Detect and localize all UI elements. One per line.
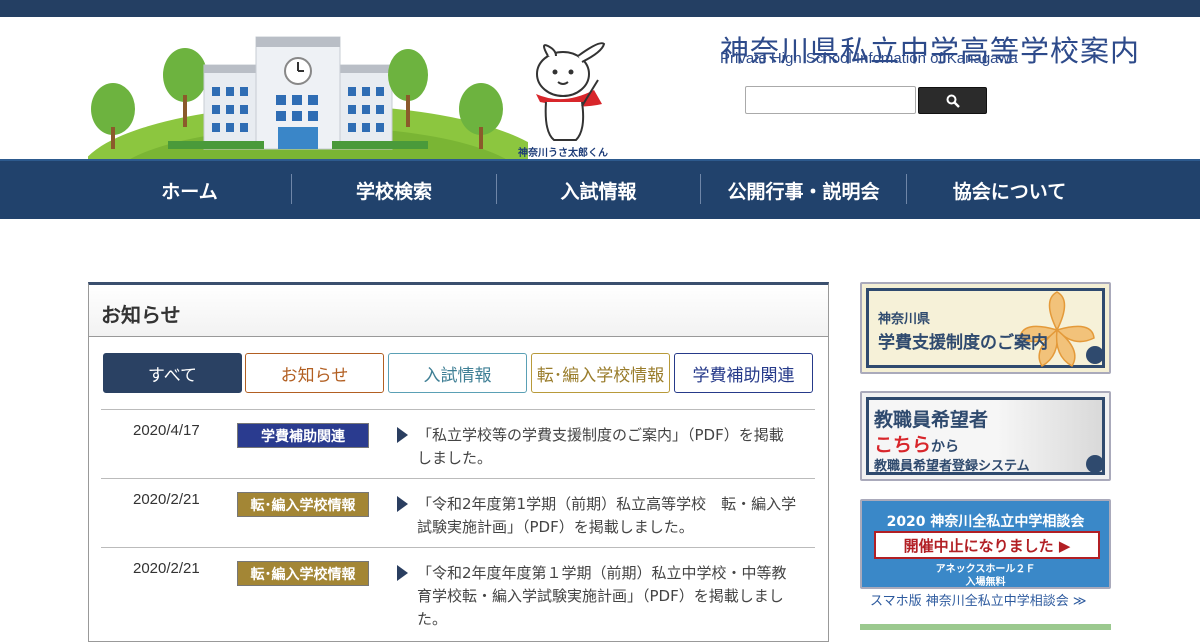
news-text[interactable]: 「私立学校等の学費支援制度のご案内」（PDF）を掲載しました。: [417, 424, 797, 470]
mascot-caption: 神奈川うさ太郎くん: [518, 148, 608, 159]
play-circle-icon: [1086, 455, 1104, 473]
banner2-line1: 教職員希望者: [874, 409, 989, 431]
banner3-line2: 開催中止になりました ▶: [874, 531, 1100, 559]
next-banner-edge: [860, 624, 1111, 630]
consultation-banner[interactable]: 2020 神奈川全私立中学相談会 開催中止になりました ▶ アネックスホール２Ｆ…: [860, 499, 1111, 589]
news-header: お知らせ: [89, 285, 828, 337]
banner2-emphasis: こちら: [874, 434, 932, 456]
banner2-suffix: から: [931, 439, 960, 455]
banner2-line3: 教職員希望者登録システム: [874, 459, 1030, 474]
tab-entrance-exam[interactable]: 入試情報: [388, 353, 527, 393]
category-badge: 転･編入学校情報: [237, 561, 369, 586]
category-badge: 学費補助関連: [237, 423, 369, 448]
tuition-support-banner[interactable]: 神奈川県 学費支援制度のご案内: [860, 282, 1111, 374]
school-illustration: [88, 17, 528, 159]
banner2-line2: こちらから: [874, 430, 959, 457]
banner3-line4: 入場無料: [965, 577, 1006, 588]
arrow-right-icon: [397, 496, 408, 512]
news-item[interactable]: 2020/2/21 転･編入学校情報 「令和2年度第1学期（前期）私立高等学校 …: [101, 478, 815, 548]
news-date: 2020/2/21: [133, 491, 200, 508]
nav-about-association[interactable]: 協会について: [907, 161, 1112, 219]
nav-home[interactable]: ホーム: [88, 161, 291, 219]
news-panel: お知らせ すべて お知らせ 入試情報 転･編入学校情報 学費補助関連 2020/…: [88, 282, 829, 642]
top-bar: [0, 0, 1200, 17]
banner1-line1: 神奈川県: [878, 312, 931, 327]
tab-notices[interactable]: お知らせ: [245, 353, 384, 393]
staff-recruit-banner[interactable]: 教職員希望者 こちらから 教職員希望者登録システム: [860, 391, 1111, 481]
news-text[interactable]: 「令和2年度第1学期（前期）私立高等学校 転・編入学試験実施計画」（PDF）を掲…: [417, 493, 797, 539]
search-button[interactable]: [918, 87, 987, 114]
banner1-line2: 学費支援制度のご案内: [878, 333, 1048, 353]
news-item[interactable]: 2020/4/17 学費補助関連 「私立学校等の学費支援制度のご案内」（PDF）…: [101, 409, 815, 479]
tab-transfer[interactable]: 転･編入学校情報: [531, 353, 670, 393]
site-subtitle: Private High School Infomation of Kanaga…: [720, 50, 1018, 67]
category-badge: 転･編入学校情報: [237, 492, 369, 517]
mascot-usataro: 神奈川うさ太郎くん: [518, 40, 628, 159]
news-date: 2020/2/21: [133, 560, 200, 577]
arrow-right-icon: [397, 427, 408, 443]
tab-all[interactable]: すべて: [103, 353, 242, 393]
nav-open-events[interactable]: 公開行事・説明会: [701, 161, 906, 219]
news-title: お知らせ: [101, 303, 181, 327]
banner3-line1: 2020 神奈川全私立中学相談会: [886, 514, 1085, 530]
global-nav: ホーム 学校検索 入試情報 公開行事・説明会 協会について: [0, 159, 1200, 219]
search-input[interactable]: [745, 86, 916, 114]
play-circle-icon: [1086, 346, 1104, 364]
nav-entrance-exam[interactable]: 入試情報: [497, 161, 700, 219]
arrow-right-icon: [397, 565, 408, 581]
smartphone-consultation-link[interactable]: スマホ版 神奈川全私立中学相談会 ≫: [870, 590, 1086, 609]
news-date: 2020/4/17: [133, 422, 200, 439]
search-icon: [946, 94, 960, 108]
tab-tuition-aid[interactable]: 学費補助関連: [674, 353, 813, 393]
news-item[interactable]: 2020/2/21 転･編入学校情報 「令和2年度年度第１学期（前期）私立中学校…: [101, 547, 815, 637]
nav-school-search[interactable]: 学校検索: [292, 161, 496, 219]
news-text[interactable]: 「令和2年度年度第１学期（前期）私立中学校・中等教育学校転・編入学試験実施計画」…: [417, 562, 797, 631]
